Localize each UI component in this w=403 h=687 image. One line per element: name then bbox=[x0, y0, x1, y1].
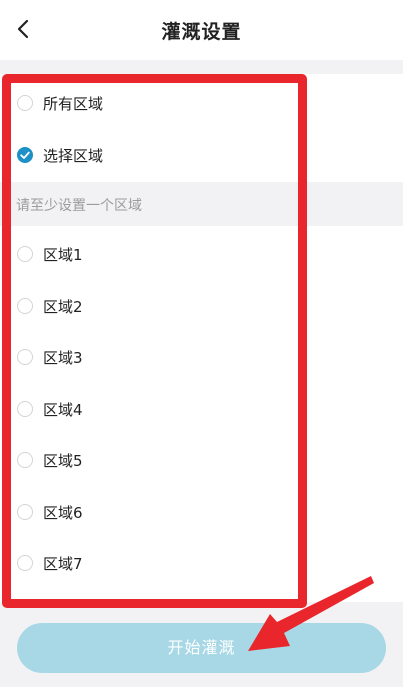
area-row-2[interactable]: 区域2 bbox=[0, 281, 403, 333]
area-row-5[interactable]: 区域5 bbox=[0, 435, 403, 487]
radio-unchecked-icon[interactable] bbox=[17, 504, 33, 520]
area-row-3[interactable]: 区域3 bbox=[0, 332, 403, 385]
area-label: 区域2 bbox=[43, 298, 83, 316]
footer: 开始灌溉 bbox=[0, 602, 403, 687]
area-selection-list: 所有区域 选择区域 请至少设置一个区域 区域1 区域2 区域3 区域4 区域5 … bbox=[0, 74, 403, 602]
header: 灌溉设置 bbox=[0, 0, 403, 60]
page-title: 灌溉设置 bbox=[161, 21, 242, 43]
irrigation-settings-screen: 灌溉设置 所有区域 选择区域 请至少设置一个区域 区域1 区域2 区域3 区域4… bbox=[0, 0, 403, 687]
area-label: 区域5 bbox=[43, 452, 83, 470]
area-label: 区域1 bbox=[43, 246, 83, 264]
hint-text: 请至少设置一个区域 bbox=[16, 198, 142, 214]
radio-unchecked-icon[interactable] bbox=[17, 95, 33, 111]
area-row-4[interactable]: 区域4 bbox=[0, 384, 403, 436]
area-label: 区域7 bbox=[43, 555, 83, 573]
option-all-areas[interactable]: 所有区域 bbox=[0, 78, 403, 130]
option-select-areas[interactable]: 选择区域 bbox=[0, 130, 403, 182]
start-irrigation-button[interactable]: 开始灌溉 bbox=[17, 623, 386, 673]
area-label: 区域4 bbox=[43, 401, 83, 419]
divider bbox=[0, 60, 403, 74]
radio-unchecked-icon[interactable] bbox=[17, 452, 33, 468]
radio-unchecked-icon[interactable] bbox=[17, 555, 33, 571]
radio-checked-icon[interactable] bbox=[17, 147, 33, 163]
area-label: 区域3 bbox=[43, 349, 83, 367]
area-row-1[interactable]: 区域1 bbox=[0, 229, 403, 281]
area-label: 区域6 bbox=[43, 504, 83, 522]
radio-unchecked-icon[interactable] bbox=[17, 246, 33, 262]
radio-unchecked-icon[interactable] bbox=[17, 298, 33, 314]
area-row-6[interactable]: 区域6 bbox=[0, 487, 403, 539]
checkmark-icon bbox=[20, 151, 30, 159]
radio-unchecked-icon[interactable] bbox=[17, 401, 33, 417]
hint-banner: 请至少设置一个区域 bbox=[0, 182, 403, 226]
option-label: 选择区域 bbox=[43, 147, 104, 165]
area-row-7[interactable]: 区域7 bbox=[0, 538, 403, 590]
option-label: 所有区域 bbox=[43, 95, 104, 113]
radio-unchecked-icon[interactable] bbox=[17, 349, 33, 365]
